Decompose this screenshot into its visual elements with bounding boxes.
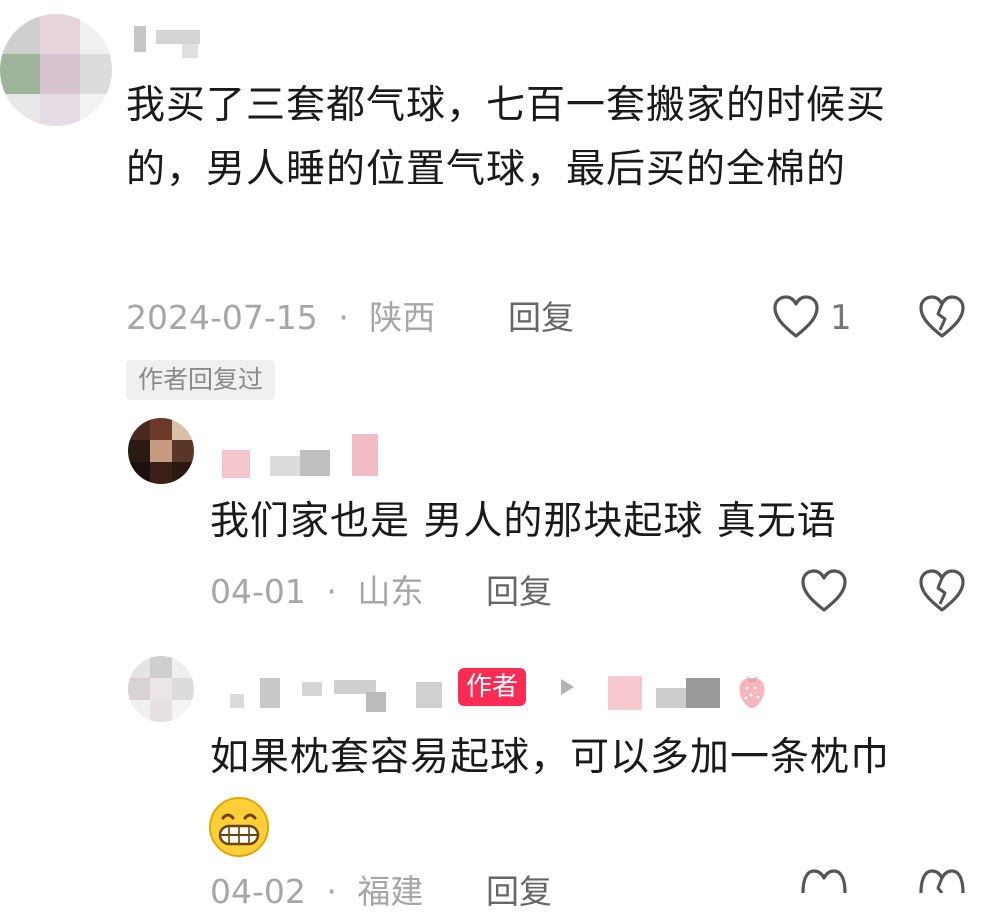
username-blurred[interactable] — [220, 668, 460, 712]
comment-meta: 04-01 · 山东 — [210, 572, 423, 612]
comment-text: 我们家也是 男人的那块起球 真无语 — [210, 499, 837, 544]
comment-date: 04-01 — [210, 572, 306, 611]
heart-outline-icon[interactable] — [772, 294, 820, 340]
username-blurred[interactable] — [212, 430, 392, 478]
avatar[interactable] — [128, 418, 194, 484]
comment-meta: 04-02 · 福建 — [210, 872, 423, 912]
meta-separator: · — [326, 872, 337, 911]
broken-heart-icon[interactable] — [918, 294, 966, 340]
broken-heart-icon[interactable] — [918, 868, 966, 893]
comment-location: 山东 — [357, 572, 424, 611]
avatar[interactable] — [0, 14, 112, 126]
strawberry-icon — [739, 676, 765, 708]
author-badge: 作者 — [458, 668, 527, 706]
reply-button[interactable]: 回复 — [508, 298, 574, 338]
comment-text: 我买了三套都气球，七百一套搬家的时候买的，男人睡的位置气球，最后买的全棉的 — [126, 83, 887, 192]
reply-arrow-icon — [561, 679, 574, 695]
comment-date: 2024-07-15 — [126, 298, 318, 337]
heart-outline-icon[interactable] — [800, 568, 848, 614]
comment-meta: 2024-07-15 · 陕西 — [126, 298, 435, 338]
comment-date: 04-02 — [210, 872, 306, 911]
comment-location: 福建 — [357, 872, 424, 911]
grin-emoji-icon — [209, 797, 269, 857]
comment-location: 陕西 — [369, 298, 436, 337]
like-count: 1 — [830, 298, 852, 338]
username-blurred[interactable] — [134, 18, 214, 58]
reply-button[interactable]: 回复 — [486, 572, 552, 612]
avatar[interactable] — [128, 656, 194, 722]
heart-outline-icon[interactable] — [800, 868, 848, 893]
comment-text: 如果枕套容易起球，可以多加一条枕巾 — [210, 735, 891, 780]
reply-to-username-blurred[interactable] — [606, 670, 736, 710]
meta-separator: · — [338, 298, 349, 337]
reply-button[interactable]: 回复 — [486, 872, 552, 912]
author-replied-tag: 作者回复过 — [126, 360, 276, 400]
broken-heart-icon[interactable] — [918, 568, 966, 614]
meta-separator: · — [326, 572, 337, 611]
